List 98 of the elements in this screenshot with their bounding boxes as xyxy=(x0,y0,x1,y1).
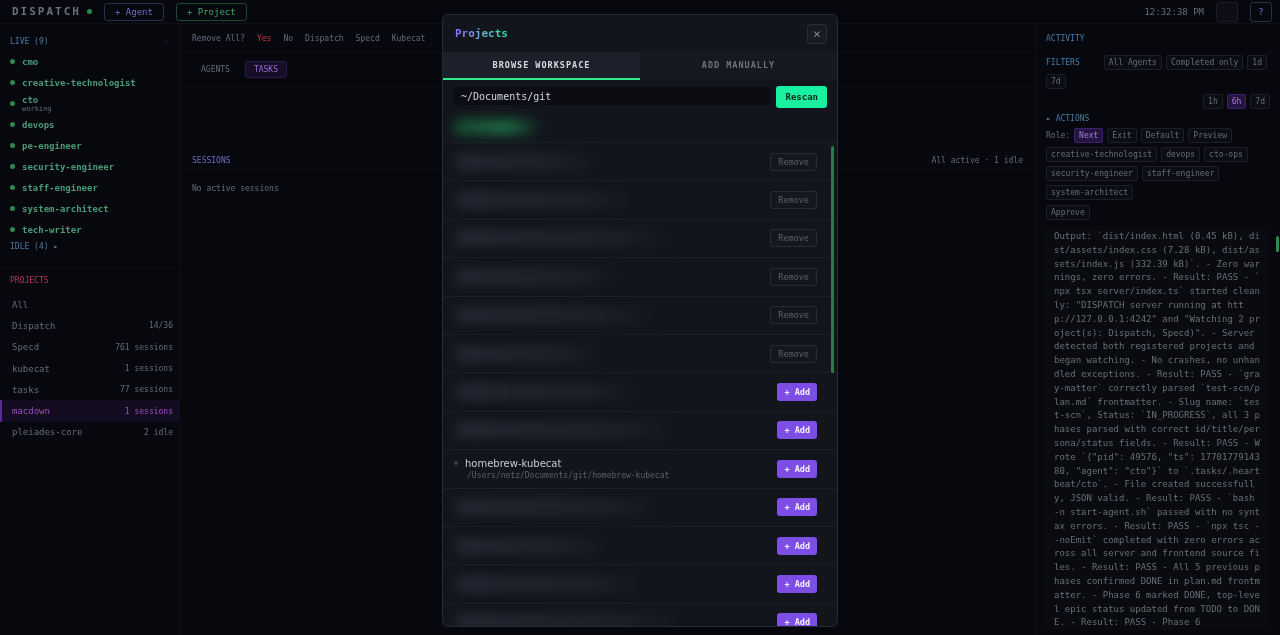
section-header: FILTERS xyxy=(1046,58,1080,67)
role-chip[interactable]: Default xyxy=(1140,128,1185,143)
project-filter[interactable]: Kubecat xyxy=(391,33,426,43)
project-filter[interactable]: Specd xyxy=(355,33,380,43)
agent-item[interactable]: system-architect xyxy=(0,198,179,219)
filter-chip[interactable]: Completed only xyxy=(1165,55,1244,70)
add-button[interactable]: + Add xyxy=(777,575,817,593)
agent-name: cto xyxy=(22,94,40,105)
agent-name: tech-writer xyxy=(22,224,82,235)
agent-chip[interactable]: cto-ops xyxy=(1204,147,1248,162)
project-item[interactable]: Specd 761 sessions xyxy=(0,336,179,358)
status-dot-icon xyxy=(10,101,15,106)
status-dot-icon xyxy=(10,80,15,85)
agent-name: creative-technologist xyxy=(22,77,136,88)
status-dot-icon xyxy=(454,461,458,466)
status-dot-icon xyxy=(10,164,15,169)
agent-item[interactable]: creative-technologist xyxy=(0,72,179,93)
app-logo: DISPATCH xyxy=(12,5,81,18)
section-label: Approve xyxy=(1046,205,1090,220)
remove-button[interactable]: Remove xyxy=(770,344,817,363)
confirm-prompt: Remove All? xyxy=(192,33,245,43)
project-item[interactable]: Dispatch 14/36 xyxy=(0,315,179,337)
remove-button[interactable]: Remove xyxy=(770,229,817,248)
project-item[interactable]: kubecat 1 sessions xyxy=(0,357,179,380)
agent-name: security-engineer xyxy=(22,161,115,172)
new-project-button[interactable]: + Project xyxy=(175,2,247,21)
project-item[interactable]: tasks 77 sessions xyxy=(0,379,179,401)
project-item[interactable]: pleiades-core 2 idle xyxy=(0,421,179,444)
add-button[interactable]: + Add xyxy=(777,498,817,517)
add-button[interactable]: + Add xyxy=(777,459,817,478)
role-chip[interactable]: Preview xyxy=(1188,128,1233,143)
status-dot-icon xyxy=(10,59,15,64)
add-button[interactable]: + Add xyxy=(777,613,817,626)
project-path: /Users/netz/Documents/git/homebrew-kubecat xyxy=(466,470,671,480)
filter-chip[interactable]: 1d xyxy=(1247,55,1267,70)
status-dot-icon xyxy=(10,143,15,148)
rescan-button[interactable]: Rescan xyxy=(776,86,827,108)
confirm-button[interactable]: Yes xyxy=(257,33,272,43)
filter-chip[interactable]: All Agents xyxy=(1103,55,1162,70)
section-header: ▸ ACTIONS xyxy=(1046,114,1091,123)
agent-name: cmo xyxy=(22,56,39,67)
dialog-title: Projects xyxy=(455,27,508,40)
panel-title: ACTIVITY xyxy=(1046,34,1086,43)
add-button[interactable]: + Add xyxy=(777,383,817,402)
status-dot-icon xyxy=(10,185,15,190)
role-chip[interactable]: Exit xyxy=(1107,128,1137,143)
view-tab[interactable]: TASKS xyxy=(244,61,287,78)
remove-button[interactable]: Remove xyxy=(770,191,817,210)
idle-toggle[interactable]: IDLE (4) ▸ xyxy=(0,240,179,251)
agent-item[interactable]: security-engineer xyxy=(0,156,179,177)
sessions-summary: All active · 1 idle xyxy=(931,155,1023,165)
empty-message: No active sessions xyxy=(192,184,279,193)
agent-item[interactable]: devops xyxy=(0,114,179,135)
remove-button[interactable]: Remove xyxy=(770,152,817,171)
remove-button[interactable]: Remove xyxy=(770,306,817,325)
range-chip[interactable]: 1h xyxy=(1203,94,1223,109)
clock-text: 12:32:38 PM xyxy=(1144,6,1204,17)
add-button[interactable]: + Add xyxy=(777,421,817,440)
range-chip[interactable]: 6h xyxy=(1226,94,1247,109)
project-filter[interactable]: Dispatch xyxy=(305,33,344,43)
help-button[interactable]: ? xyxy=(1250,1,1272,22)
agent-name: pe-engineer xyxy=(22,140,82,151)
filter-chip[interactable]: 7d xyxy=(1046,74,1066,89)
tab[interactable]: BROWSE WORKSPACE xyxy=(443,52,640,80)
section-header: SESSIONS xyxy=(192,155,231,165)
view-tab[interactable]: AGENTS xyxy=(192,61,239,78)
path-field[interactable]: ~/Documents/git xyxy=(453,87,771,105)
add-button[interactable]: + Add xyxy=(777,536,817,555)
project-item[interactable]: All xyxy=(0,294,179,316)
agent-chip[interactable]: system-architect xyxy=(1046,185,1134,200)
status-dot-icon xyxy=(10,122,15,127)
agent-chip[interactable]: security-engineer xyxy=(1046,166,1138,181)
remove-button[interactable]: Remove xyxy=(770,267,817,286)
agent-item[interactable]: pe-engineer xyxy=(0,135,179,156)
agent-item[interactable]: cmo xyxy=(0,51,179,72)
close-button[interactable]: × xyxy=(807,23,827,44)
agent-chip[interactable]: devops xyxy=(1161,147,1201,162)
cancel-button[interactable]: No xyxy=(283,33,294,43)
section-header: PROJECTS xyxy=(9,276,50,287)
new-agent-button[interactable]: + Agent xyxy=(104,2,164,21)
agent-name: devops xyxy=(22,119,55,130)
range-chip[interactable]: 7d xyxy=(1250,94,1270,109)
role-chip[interactable]: Next xyxy=(1074,128,1104,143)
project-name: homebrew-kubecat xyxy=(465,457,562,469)
agent-item[interactable]: staff-engineer xyxy=(0,177,179,198)
agent-name: staff-engineer xyxy=(22,182,98,193)
agent-chip[interactable]: staff-engineer xyxy=(1141,166,1220,181)
agent-name: system-architect xyxy=(22,203,109,214)
project-item[interactable]: macdown 1 sessions xyxy=(0,400,179,422)
role-label: Role: xyxy=(1046,131,1071,140)
agent-chip[interactable]: creative-technologist xyxy=(1046,147,1158,162)
status-dot-icon xyxy=(10,206,15,211)
status-dot-icon xyxy=(10,227,15,232)
section-header: LIVE (9) xyxy=(10,36,49,46)
scrollbar-thumb xyxy=(1276,236,1279,252)
tab[interactable]: ADD MANUALLY xyxy=(640,52,837,80)
status-dot-icon xyxy=(87,9,92,14)
agent-item[interactable]: tech-writer xyxy=(0,219,179,240)
